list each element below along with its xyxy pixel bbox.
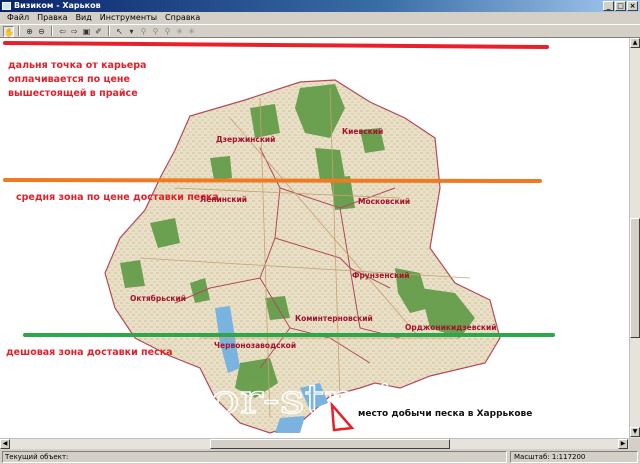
measure-tool-icon[interactable]: ✐ (93, 26, 104, 37)
menu-view[interactable]: Вид (72, 12, 96, 24)
app-window: Визиком - Харьков _ □ × Файл Правка Вид … (0, 0, 640, 464)
minimize-button[interactable]: _ (603, 1, 614, 11)
far-zone-label-3: вышестоящей в прайсе (8, 88, 138, 99)
district-oktyabrsky[interactable]: Октябрьский (130, 294, 186, 303)
far-zone-label-1: дальня точка от карьера (8, 60, 146, 71)
route-tool-3-icon[interactable]: ⚲ (162, 26, 173, 37)
menu-file[interactable]: Файл (3, 12, 33, 24)
window-title: Визиком - Харьков (14, 1, 101, 10)
zoom-out-tool-icon[interactable]: ⊖ (36, 26, 47, 37)
district-moskovsky[interactable]: Московский (358, 197, 410, 206)
vertical-scroll-thumb[interactable] (630, 218, 640, 338)
horizontal-scrollbar[interactable]: ◀ ▶ (0, 438, 629, 449)
route-tool-1-icon[interactable]: ⚲ (138, 26, 149, 37)
scroll-down-arrow-icon[interactable]: ▼ (630, 427, 640, 437)
scale-status: Масштаб: 1:117200 (510, 451, 638, 463)
toolbar-separator (108, 26, 110, 36)
scroll-right-arrow-icon[interactable]: ▶ (618, 439, 628, 449)
close-button[interactable]: × (627, 1, 638, 11)
district-kominternovsky[interactable]: Коминтерновский (295, 314, 373, 323)
toolbar-separator (18, 26, 20, 36)
scroll-left-arrow-icon[interactable]: ◀ (0, 439, 10, 449)
far-zone-line (3, 41, 549, 49)
vertical-scrollbar[interactable]: ▲ ▼ (629, 38, 640, 438)
pan-tool-icon[interactable]: ✋ (3, 25, 14, 37)
menu-bar: Файл Правка Вид Инструменты Справка (0, 12, 640, 24)
middle-zone-line (3, 178, 542, 183)
cheap-zone-label: дешовая зона доставки песка (6, 347, 173, 358)
zoom-in-tool-icon[interactable]: ⊕ (24, 26, 35, 37)
middle-zone-label: средня зона по цене доставки песка (16, 192, 219, 203)
route-tool-2-icon[interactable]: ⚲ (150, 26, 161, 37)
title-bar: Визиком - Харьков _ □ × (0, 0, 640, 12)
district-kievsky[interactable]: Киевский (342, 127, 383, 136)
maximize-button[interactable]: □ (615, 1, 626, 11)
app-icon (2, 2, 11, 10)
menu-edit[interactable]: Правка (33, 12, 71, 24)
district-chervonozavodskoy[interactable]: Червонозаводской (214, 341, 296, 350)
district-leninsky[interactable]: Ленинский (200, 195, 247, 204)
forward-tool-icon[interactable]: ⇨ (69, 26, 80, 37)
quarry-label: место добычи песка в Харрькове (358, 408, 532, 419)
district-ordzhonikidzevsky[interactable]: Орджоникидзевский (405, 323, 497, 332)
map-view[interactable]: дальня точка от карьера оплачивается по … (0, 38, 629, 438)
district-dzerzhinsky[interactable]: Дзержинский (216, 135, 275, 144)
horizontal-scroll-thumb[interactable] (210, 439, 450, 449)
route-tool-4-icon[interactable]: ✳ (174, 26, 185, 37)
menu-tools[interactable]: Инструменты (96, 12, 161, 24)
menu-help[interactable]: Справка (161, 12, 204, 24)
full-extent-tool-icon[interactable]: ▣ (81, 26, 92, 37)
district-frunzensky[interactable]: Фрунзенский (352, 271, 410, 280)
city-map[interactable]: дальня точка от карьера оплачивается по … (0, 38, 629, 438)
select-tool-icon[interactable]: ↖ (114, 26, 125, 37)
current-object-status: Текущий объект: (2, 451, 507, 463)
scroll-corner (629, 438, 640, 449)
scroll-up-arrow-icon[interactable]: ▲ (630, 38, 640, 48)
toolbar: ✋ ⊕ ⊖ ⇦ ⇨ ▣ ✐ ↖ ▾ ⚲ ⚲ ⚲ ✳ ✳ (0, 24, 640, 38)
toolbar-separator (51, 26, 53, 36)
status-bar: Текущий объект: Масштаб: 1:117200 (0, 450, 640, 464)
route-tool-5-icon[interactable]: ✳ (186, 26, 197, 37)
back-tool-icon[interactable]: ⇦ (57, 26, 68, 37)
select-dropdown-icon[interactable]: ▾ (126, 26, 137, 37)
far-zone-label-2: оплачивается по цене (8, 74, 130, 85)
